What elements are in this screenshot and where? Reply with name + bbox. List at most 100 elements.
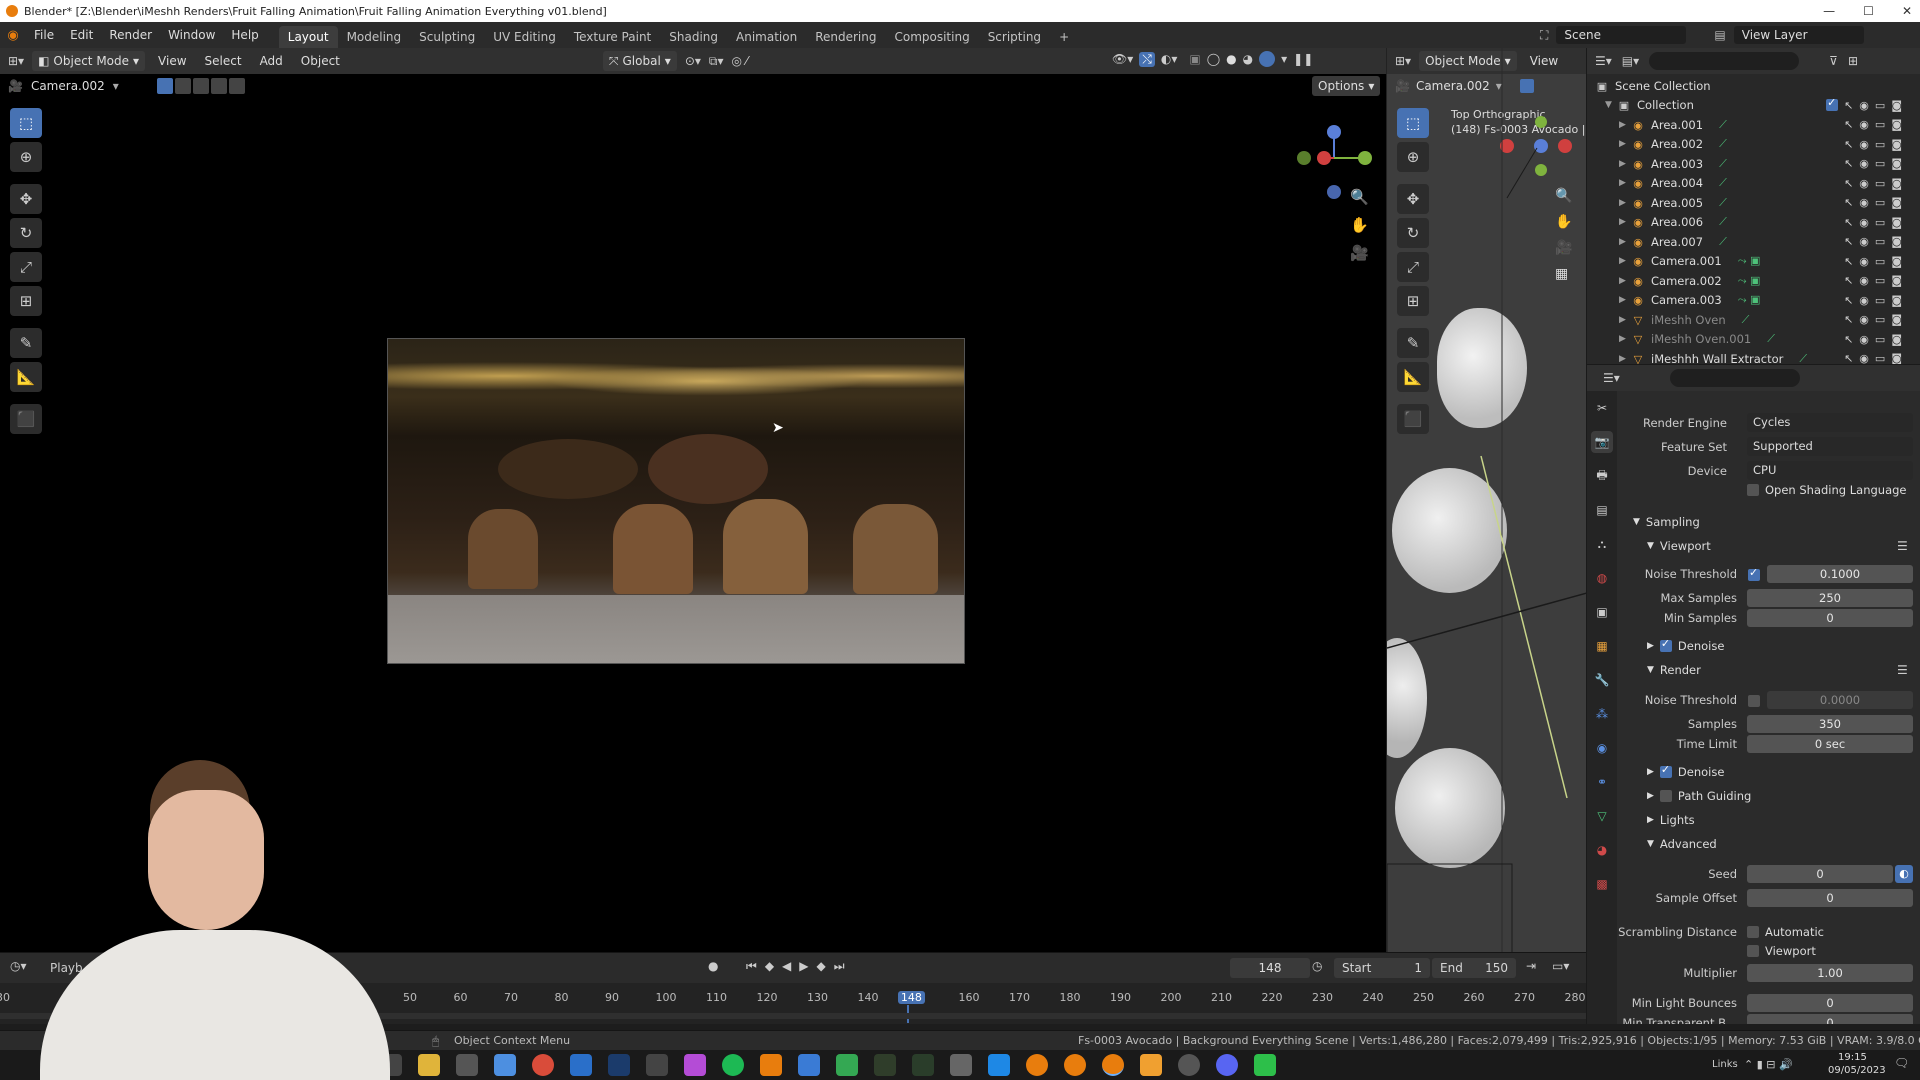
monitor-icon[interactable]: ▭ xyxy=(1875,118,1885,131)
app-icon[interactable] xyxy=(684,1054,706,1076)
seed-field[interactable]: 0 xyxy=(1747,865,1893,883)
app-icon[interactable] xyxy=(1254,1054,1276,1076)
app-icon[interactable] xyxy=(798,1054,820,1076)
random-seed-toggle-icon[interactable]: ◐ xyxy=(1895,865,1913,883)
secondary-viewport[interactable]: ⊞▾ Object Mode ▾ View 🎥 Camera.002 ▾ Top… xyxy=(1386,48,1586,952)
mode-dropdown[interactable]: ◧ Object Mode ▾ xyxy=(32,51,146,71)
notifications-icon[interactable]: 🗨 xyxy=(1894,1056,1909,1070)
camera-data-icon[interactable]: ⤳ ▣ xyxy=(1738,274,1761,288)
expand-arrow-icon[interactable]: ▶ xyxy=(1619,159,1631,169)
viewport-denoise-row[interactable]: ▶Denoise xyxy=(1647,637,1724,653)
current-frame-field[interactable]: 148 xyxy=(1230,958,1310,978)
links-toolbar[interactable]: Links xyxy=(1712,1059,1738,1070)
min-light-bounces-field[interactable]: 0 xyxy=(1747,994,1913,1012)
render-camera-icon[interactable]: ◙ xyxy=(1891,313,1902,326)
view-layer-tab-icon[interactable]: ▤ xyxy=(1591,499,1613,521)
calculator-icon[interactable] xyxy=(494,1054,516,1076)
menu-object[interactable]: Object xyxy=(296,54,345,68)
monitor-icon[interactable]: ▭ xyxy=(1875,333,1885,346)
menu-window[interactable]: Window xyxy=(160,22,223,48)
expand-arrow-icon[interactable]: ▶ xyxy=(1619,315,1631,325)
monitor-icon[interactable]: ▭ xyxy=(1875,138,1885,151)
measure-tool-icon[interactable]: 📐 xyxy=(10,362,42,392)
render-camera-icon[interactable]: ◙ xyxy=(1891,118,1902,131)
mesh-data-icon[interactable]: ⟋ xyxy=(1742,313,1750,327)
gizmo-x-axis[interactable] xyxy=(1317,151,1331,165)
end-frame-field[interactable]: End 150 xyxy=(1432,958,1516,978)
expand-arrow-icon[interactable]: ▶ xyxy=(1619,237,1631,247)
add-workspace-button[interactable]: + xyxy=(1050,26,1078,48)
proportional-icon[interactable]: ◎ ⁄ xyxy=(731,54,747,68)
select-box-tool-icon[interactable]: ⬚ xyxy=(10,108,42,138)
record-icon[interactable]: ● xyxy=(708,959,718,973)
tab-layout[interactable]: Layout xyxy=(278,26,338,48)
select-subtract-icon[interactable] xyxy=(192,78,209,94)
minimize-button[interactable]: — xyxy=(1823,4,1835,18)
outliner-item[interactable]: ▶ ◉ Area.006 ⟋ ↖ ◉ ▭ ◙ xyxy=(1595,213,1910,233)
monitor-icon[interactable]: ▭ xyxy=(1875,216,1885,229)
gizmo-neg-y-axis[interactable] xyxy=(1297,151,1311,165)
expand-arrow-icon[interactable]: ▶ xyxy=(1619,120,1631,130)
expand-arrow-icon[interactable]: ▶ xyxy=(1619,217,1631,227)
app-icon[interactable] xyxy=(836,1054,858,1076)
photoshop-icon[interactable] xyxy=(608,1054,630,1076)
editor-type-icon[interactable]: ⊞▾ xyxy=(8,54,24,68)
filter-icon[interactable]: ⊽ xyxy=(1829,54,1838,68)
blender-taskbar-icon[interactable] xyxy=(1064,1054,1086,1076)
render-camera-icon[interactable]: ◙ xyxy=(1891,235,1902,248)
expand-arrow-icon[interactable]: ▶ xyxy=(1619,276,1631,286)
collection-row[interactable]: ▼ ▣ Collection ↖ ◉ ▭ ◙ xyxy=(1595,96,1910,116)
camera-data-icon[interactable]: ⤳ ▣ xyxy=(1738,293,1761,307)
scene-collection-row[interactable]: ▣ Scene Collection xyxy=(1595,76,1910,96)
settings-taskbar-icon[interactable] xyxy=(456,1054,478,1076)
monitor-icon[interactable]: ▭ xyxy=(1875,255,1885,268)
eye-icon[interactable]: ◉ xyxy=(1859,294,1869,307)
camera-view-icon[interactable]: 🎥 xyxy=(1350,244,1369,262)
select-arrow-icon[interactable]: ↖ xyxy=(1844,294,1853,307)
select-new-icon[interactable] xyxy=(156,78,173,94)
render-noise-threshold-checkbox[interactable] xyxy=(1748,695,1760,707)
outliner-item[interactable]: ▶ ▽ iMeshh Oven.001 ⟋ ↖ ◉ ▭ ◙ xyxy=(1595,330,1910,350)
display-mode-icon[interactable]: ▤▾ xyxy=(1622,54,1639,68)
path-guiding-row[interactable]: ▶ Path Guiding xyxy=(1647,789,1751,803)
eye-icon[interactable]: ◉ xyxy=(1859,333,1869,346)
tab-scripting[interactable]: Scripting xyxy=(979,26,1050,48)
gizmo-neg-z-axis[interactable] xyxy=(1327,185,1341,199)
close-button[interactable]: ✕ xyxy=(1902,4,1912,18)
tab-compositing[interactable]: Compositing xyxy=(885,26,978,48)
osl-row[interactable]: Open Shading Language xyxy=(1747,483,1907,497)
render-noise-threshold-field[interactable]: 0.0000 xyxy=(1767,691,1913,709)
light-data-icon[interactable]: ⟋ xyxy=(1719,137,1727,151)
gizmo-z-axis[interactable] xyxy=(1327,125,1341,139)
outliner-item[interactable]: ▶ ▽ iMeshh Oven ⟋ ↖ ◉ ▭ ◙ xyxy=(1595,310,1910,330)
navigation-gizmo[interactable] xyxy=(1290,106,1390,246)
transform-orientation-dropdown[interactable]: ⤧ Global ▾ xyxy=(602,51,677,71)
select-arrow-icon[interactable]: ↖ xyxy=(1844,333,1853,346)
material-tab-icon[interactable]: ◕ xyxy=(1591,839,1613,861)
expand-arrow-icon[interactable]: ▶ xyxy=(1619,139,1631,149)
menu-edit[interactable]: Edit xyxy=(62,22,101,48)
render-camera-icon[interactable]: ◙ xyxy=(1891,216,1902,229)
sampling-section[interactable]: ▼ Sampling xyxy=(1633,515,1700,529)
tab-texture-paint[interactable]: Texture Paint xyxy=(565,26,660,48)
select-arrow-icon[interactable]: ↖ xyxy=(1844,99,1853,112)
select-arrow-icon[interactable]: ↖ xyxy=(1844,274,1853,287)
app-icon[interactable] xyxy=(1178,1054,1200,1076)
outliner-item[interactable]: ▶ ◉ Area.007 ⟋ ↖ ◉ ▭ ◙ xyxy=(1595,232,1910,252)
app-icon[interactable] xyxy=(646,1054,668,1076)
blender-active-taskbar-icon[interactable] xyxy=(1102,1054,1124,1076)
time-limit-field[interactable]: 0 sec xyxy=(1747,735,1913,753)
xray-icon[interactable]: ▣ xyxy=(1189,52,1200,66)
select-invert-icon[interactable] xyxy=(210,78,227,94)
rendered-shading-icon[interactable] xyxy=(1259,51,1276,67)
render-denoise-row[interactable]: ▶Denoise xyxy=(1647,763,1724,779)
app-icon[interactable] xyxy=(570,1054,592,1076)
light-data-icon[interactable]: ⟋ xyxy=(1719,157,1727,171)
expand-arrow-icon[interactable]: ▶ xyxy=(1619,256,1631,266)
file-explorer-icon[interactable] xyxy=(418,1054,440,1076)
select-arrow-icon[interactable]: ↖ xyxy=(1844,177,1853,190)
select-arrow-icon[interactable]: ↖ xyxy=(1844,118,1853,131)
viewport-subsection[interactable]: ▼ Viewport xyxy=(1647,539,1711,553)
viewport-denoise-checkbox[interactable] xyxy=(1659,637,1672,652)
material-shading-icon[interactable]: ◕ xyxy=(1243,52,1253,66)
